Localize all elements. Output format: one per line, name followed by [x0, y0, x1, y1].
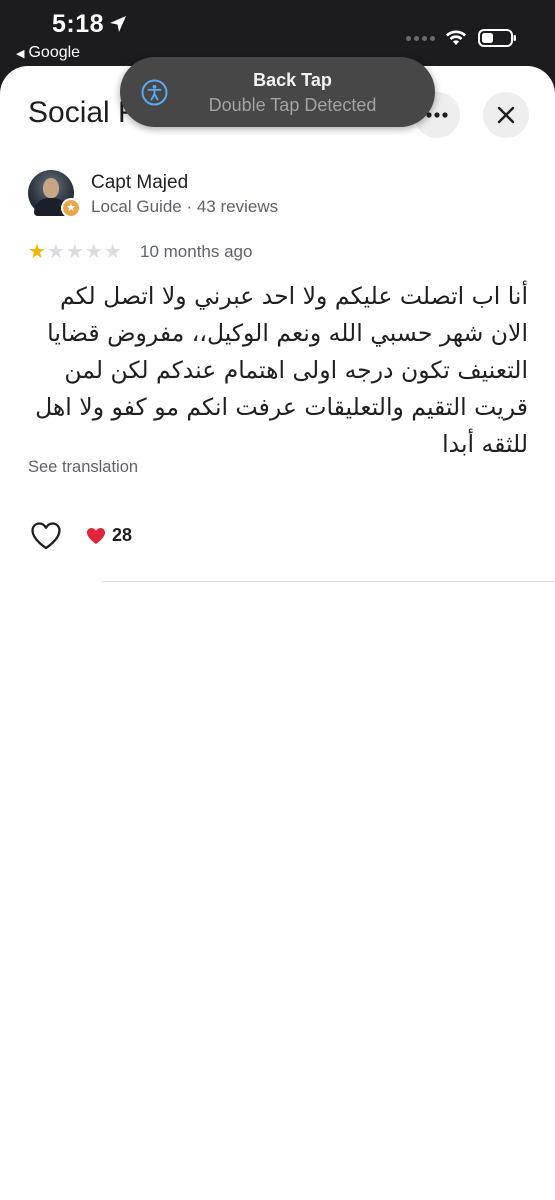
review-date: 10 months ago [140, 242, 253, 261]
star-empty-icon: ★ [65, 241, 84, 263]
close-icon [497, 106, 515, 124]
wifi-icon [446, 30, 466, 45]
reaction-count: 28 [112, 525, 133, 545]
red-heart-icon [87, 527, 105, 544]
place-sheet: Social F ★ Capt Majed Local Guide · 43 r… [0, 66, 555, 1200]
back-app-label: Google [28, 44, 81, 61]
reviewer-name[interactable]: Capt Majed [91, 172, 188, 194]
star-empty-icon: ★ [84, 241, 103, 263]
back-to-app-link[interactable]: ◀ Google [16, 44, 80, 62]
back-triangle-icon: ◀ [16, 47, 25, 60]
banner-title: Back Tap [253, 70, 332, 90]
banner-subtitle: Double Tap Detected [208, 95, 377, 115]
star-empty-icon: ★ [103, 241, 122, 263]
location-arrow-icon [110, 16, 126, 32]
reaction-summary[interactable]: 28 [86, 525, 132, 546]
star-filled-icon: ★ [28, 241, 46, 263]
divider [102, 581, 555, 582]
battery-icon [478, 29, 516, 47]
rating-stars: ★ ★ ★ ★ ★ [28, 242, 122, 262]
review-text: أنا اب اتصلت عليكم ولا احد عبرني ولا اتص… [35, 282, 528, 458]
close-button[interactable] [483, 92, 529, 138]
cellular-dots-icon [406, 36, 435, 41]
back-tap-banner: Back Tap Double Tap Detected [120, 57, 435, 127]
see-translation-link[interactable]: See translation [28, 458, 138, 477]
star-empty-icon: ★ [46, 241, 65, 263]
status-time: 5:18 [52, 10, 105, 38]
local-guide-badge-icon: ★ [61, 198, 81, 218]
like-heart-icon[interactable] [30, 521, 62, 551]
reviewer-meta: Local Guide · 43 reviews [91, 197, 279, 216]
